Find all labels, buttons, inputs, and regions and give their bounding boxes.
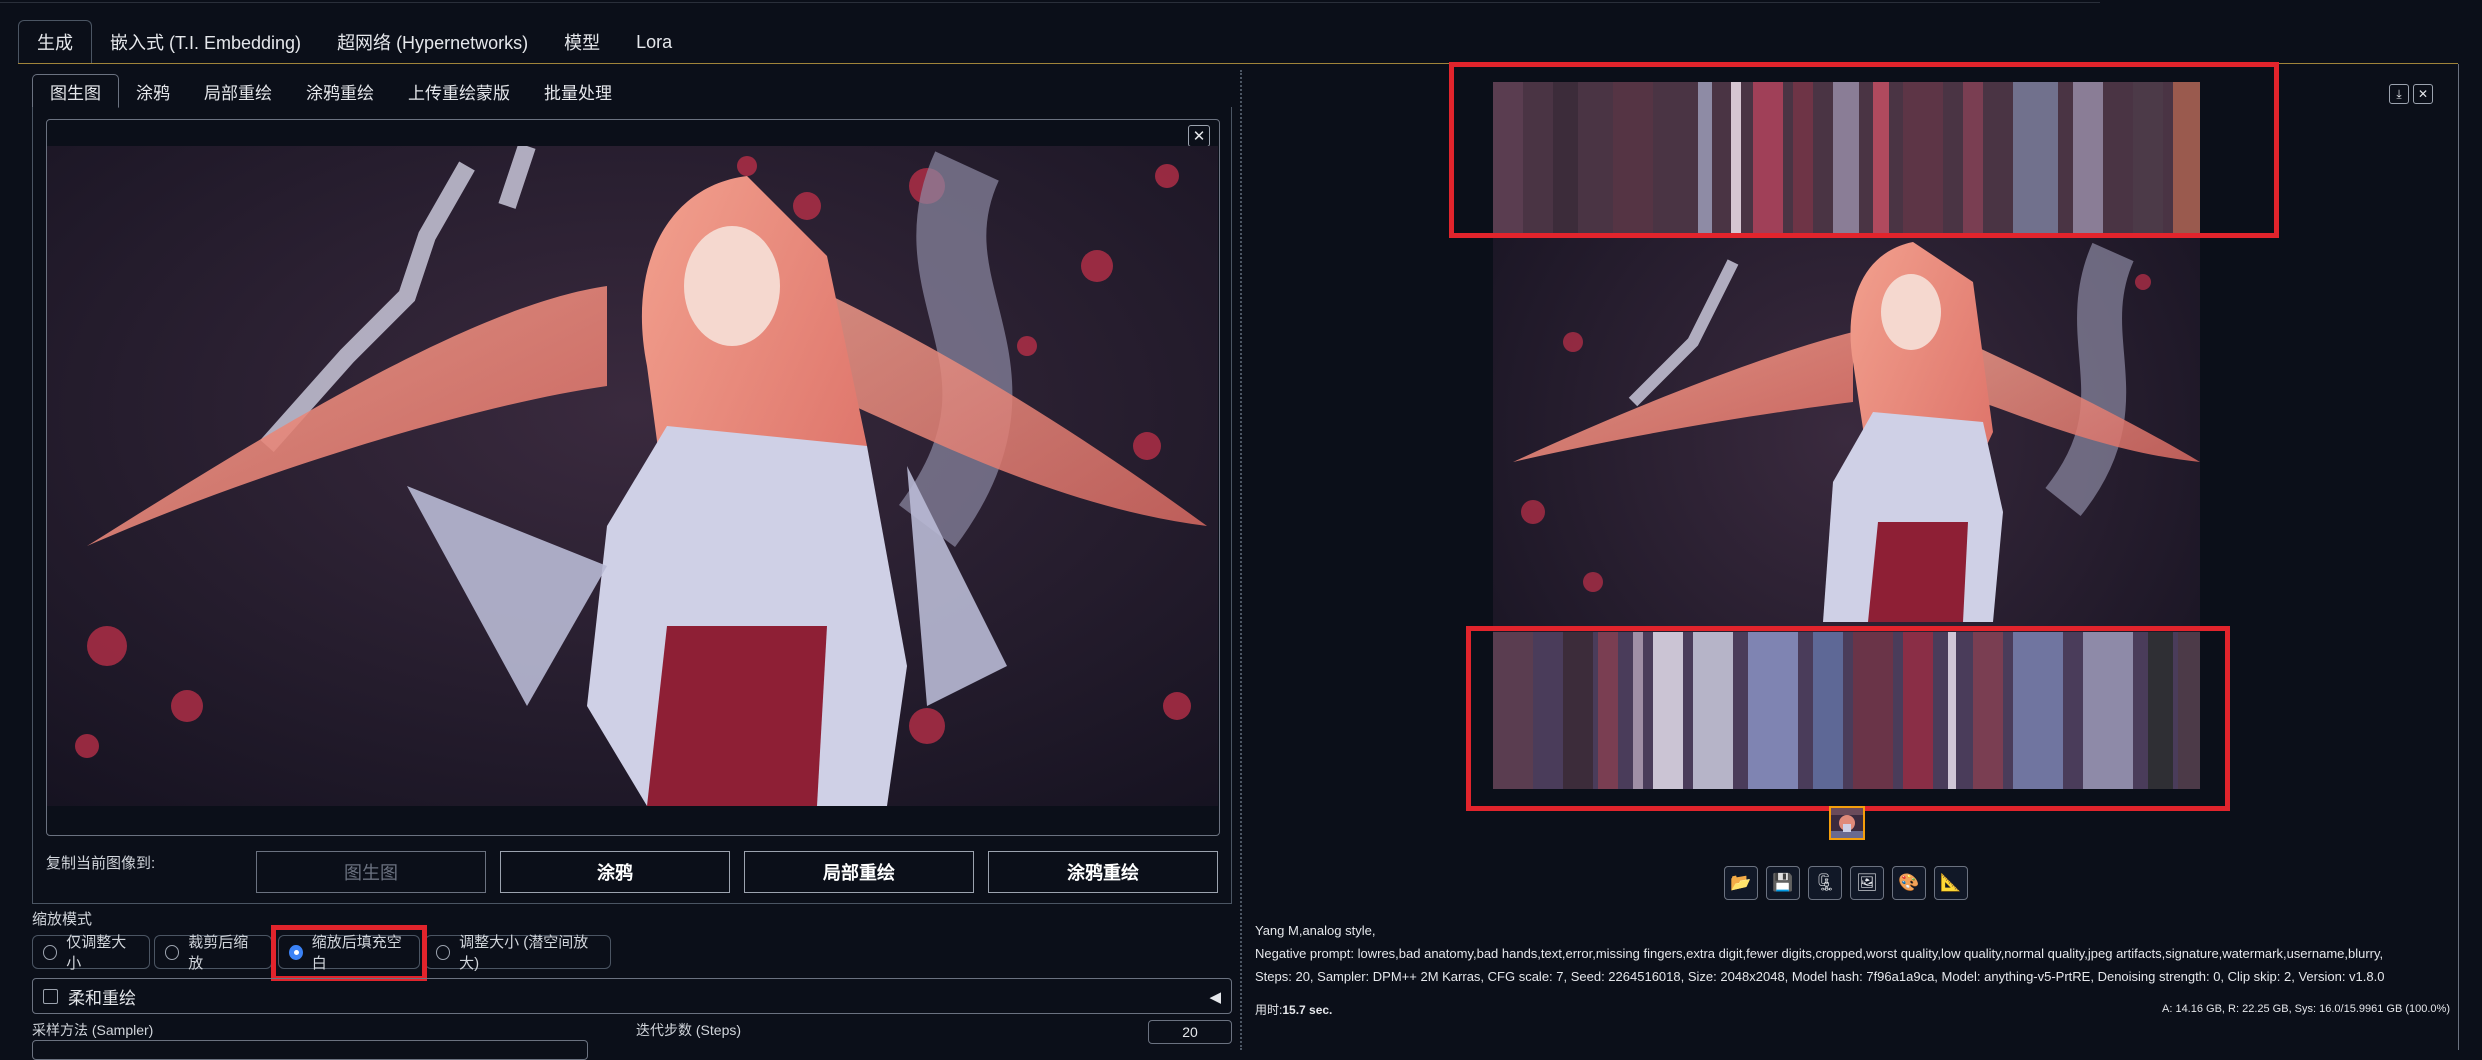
copy-to-img2img-button[interactable]: 图生图 [256,851,486,893]
save-icon[interactable]: 💾 [1766,866,1800,900]
gallery-thumbnail[interactable] [1829,806,1865,840]
radio-dot [165,944,180,960]
checkbox[interactable] [43,988,58,1004]
radio-dot [43,944,58,960]
sampler-label: 采样方法 (Sampler) [32,1022,154,1038]
close-icon[interactable]: ✕ [2413,84,2433,104]
tab-img2img[interactable]: 图生图 [32,74,119,108]
zip-icon[interactable]: 🗜 [1808,866,1842,900]
download-icon[interactable]: ⤓ [2389,84,2409,104]
tab-hypernetworks[interactable]: 超网络 (Hypernetworks) [319,20,546,64]
folder-icon[interactable]: 📂 [1724,866,1758,900]
image-icon[interactable]: 🖼 [1850,866,1884,900]
main-tabs: 生成 嵌入式 (T.I. Embedding) 超网络 (Hypernetwor… [18,20,690,64]
tab-generate[interactable]: 生成 [18,20,92,64]
soft-inpainting-accordion[interactable]: 柔和重绘 ◀ [32,978,1232,1014]
soft-inpainting-label: 柔和重绘 [68,988,136,1008]
panel-divider [1240,70,1242,1050]
info-parameters: Steps: 20, Sampler: DPM++ 2M Karras, CFG… [1255,969,2385,984]
ruler-icon[interactable]: 📐 [1934,866,1968,900]
highlight-box [271,925,427,981]
close-icon[interactable]: ✕ [1188,125,1210,147]
highlight-box [1449,62,2279,238]
tab-model[interactable]: 模型 [546,20,618,64]
radio-dot [436,944,451,960]
steps-input[interactable]: 20 [1148,1020,1232,1044]
tab-lora[interactable]: Lora [618,20,690,64]
time-value: 15.7 sec. [1282,1003,1333,1017]
tab-batch[interactable]: 批量处理 [527,74,629,108]
palette-icon[interactable]: 🎨 [1892,866,1926,900]
img2img-tabs: 图生图 涂鸦 局部重绘 涂鸦重绘 上传重绘蒙版 批量处理 [32,74,629,108]
top-divider [0,0,2100,3]
tab-inpaint[interactable]: 局部重绘 [187,74,289,108]
radio-label: 裁剪后缩放 [188,934,249,972]
tab-sketch[interactable]: 涂鸦 [119,74,187,108]
vram-usage: A: 14.16 GB, R: 22.25 GB, Sys: 16.0/15.9… [2162,1003,2450,1015]
copy-to-inpaint-sketch-button[interactable]: 涂鸦重绘 [988,851,1218,893]
radio-label: 调整大小 (潜空间放大) [459,934,589,972]
resize-mode-label: 缩放模式 [32,911,93,928]
time-taken: 用时:15.7 sec. [1255,1001,1332,1018]
radio-label: 仅调整大小 [66,934,127,972]
radio-just-resize[interactable]: 仅调整大小 [32,934,150,972]
tab-inpaint-upload[interactable]: 上传重绘蒙版 [391,74,527,108]
highlight-box [1466,626,2230,811]
sampler-dropdown[interactable] [32,1040,588,1060]
panel-border [2458,64,2459,1050]
input-image [47,146,1218,806]
tab-embedding[interactable]: 嵌入式 (T.I. Embedding) [92,20,319,64]
info-prompt: Yang M,analog style, [1255,923,1376,938]
copy-to-sketch-button[interactable]: 涂鸦 [500,851,730,893]
collapse-triangle-icon[interactable]: ◀ [1209,988,1221,1006]
radio-crop-resize[interactable]: 裁剪后缩放 [154,934,272,972]
info-negative-prompt: Negative prompt: lowres,bad anatomy,bad … [1255,946,2384,961]
copy-to-inpaint-button[interactable]: 局部重绘 [744,851,974,893]
time-label: 用时: [1255,1003,1283,1017]
radio-latent-upscale[interactable]: 调整大小 (潜空间放大) [425,934,611,972]
copy-to-label: 复制当前图像到: [46,855,156,872]
steps-label: 迭代步数 (Steps) [636,1022,742,1038]
tab-inpaint-sketch[interactable]: 涂鸦重绘 [289,74,391,108]
